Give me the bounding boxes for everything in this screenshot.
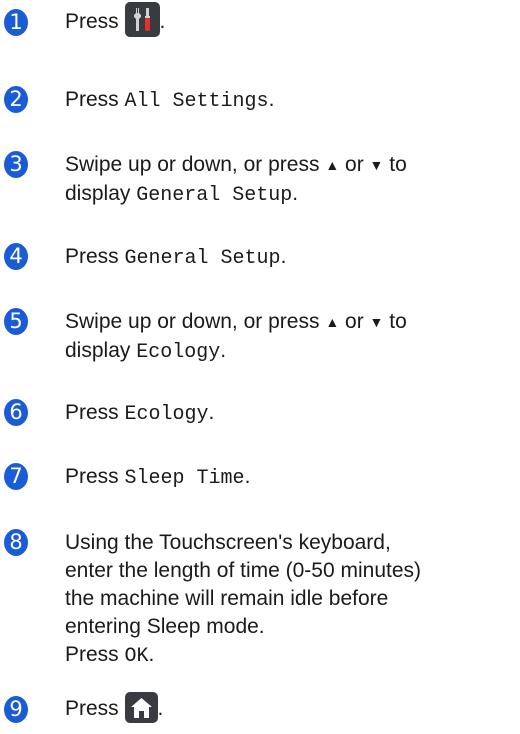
menu-option-label: General Setup: [136, 184, 293, 207]
step-number: 3: [4, 151, 28, 178]
step-number: 8: [4, 529, 28, 556]
menu-option-label: Sleep Time: [124, 467, 245, 490]
step-text: Press: [65, 245, 119, 268]
menu-option-label: General Setup: [124, 247, 281, 270]
step-text: Press: [65, 88, 119, 111]
step-number: 9: [4, 696, 28, 723]
up-arrow-icon: ▲: [325, 157, 340, 173]
menu-option-label: Ecology: [136, 341, 221, 364]
step-text: Swipe up or down, or press: [65, 153, 320, 176]
menu-option-label: OK: [124, 645, 149, 668]
up-arrow-icon: ▲: [325, 314, 340, 330]
menu-option-label: Ecology: [124, 403, 209, 426]
step-number: 6: [4, 399, 28, 426]
step-text: Swipe up or down, or press: [65, 310, 320, 333]
step-text: Press: [65, 697, 119, 721]
step-text: Press: [65, 465, 119, 488]
home-icon: [124, 692, 158, 723]
step-number: 5: [4, 308, 28, 335]
step-number: 2: [4, 86, 28, 113]
settings-tools-icon: [124, 2, 160, 37]
step-text: Using the Touchscreen's keyboard,: [65, 531, 391, 554]
step-number: 4: [4, 243, 28, 270]
step-number: 7: [4, 463, 28, 490]
down-arrow-icon: ▼: [369, 314, 384, 330]
down-arrow-icon: ▼: [369, 157, 384, 173]
menu-option-label: All Settings: [124, 90, 269, 113]
step-number: 1: [4, 9, 28, 36]
step-text: Press: [65, 10, 119, 34]
step-text: Press: [65, 401, 119, 424]
